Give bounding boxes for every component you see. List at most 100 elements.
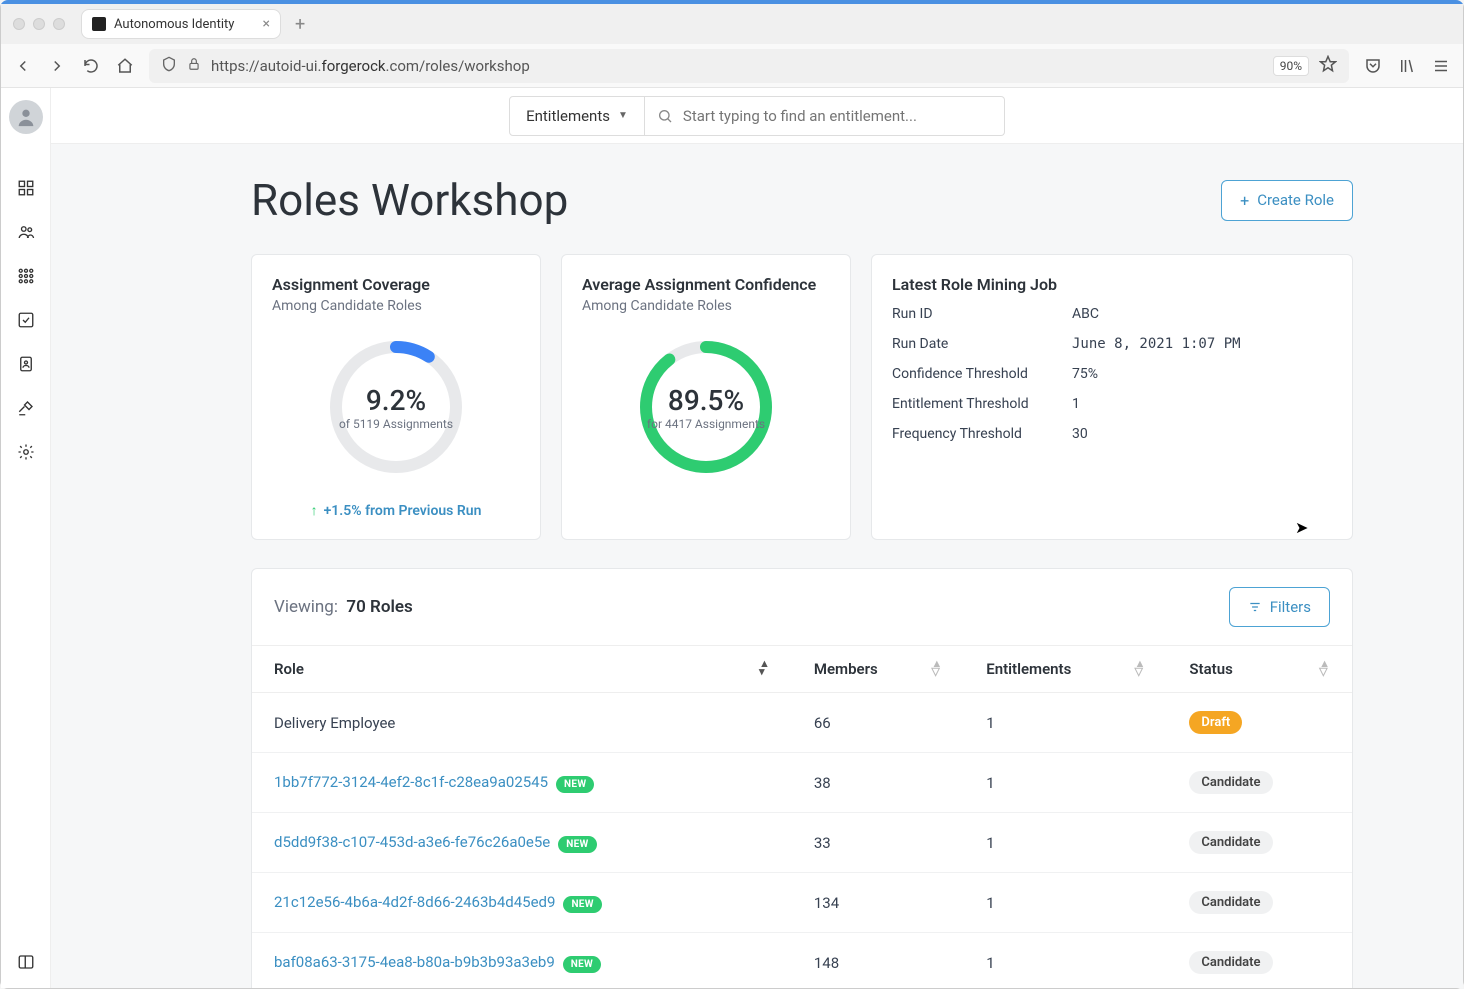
status-cell: Candidate: [1167, 813, 1352, 873]
column-header[interactable]: Members▲▽: [792, 646, 964, 693]
job-row: Frequency Threshold30: [892, 426, 1332, 442]
mouse-cursor: ➤: [1295, 518, 1308, 537]
coverage-gauge: 9.2% of 5119 Assignments: [321, 332, 471, 482]
browser-tab[interactable]: Autonomous Identity ×: [81, 9, 281, 39]
shield-icon: [161, 56, 177, 76]
browser-tab-bar: Autonomous Identity × +: [1, 4, 1463, 44]
role-cell: 1bb7f772-3124-4ef2-8c1f-c28ea9a02545NEW: [252, 753, 792, 813]
page-title: Roles Workshop: [251, 174, 568, 226]
checkbox-icon[interactable]: [16, 310, 36, 330]
status-cell: Candidate: [1167, 753, 1352, 813]
members-cell: 33: [792, 813, 964, 873]
dashboard-icon[interactable]: [16, 178, 36, 198]
chevron-down-icon: ▼: [618, 110, 628, 121]
job-value: 1: [1072, 396, 1080, 412]
members-cell: 66: [792, 693, 964, 753]
status-cell: Draft: [1167, 693, 1352, 753]
status-badge: Candidate: [1189, 771, 1272, 794]
column-header[interactable]: Entitlements▲▽: [964, 646, 1167, 693]
coverage-title: Assignment Coverage: [272, 275, 430, 294]
create-role-button[interactable]: + Create Role: [1221, 180, 1353, 221]
role-cell: 21c12e56-4b6a-4d2f-8d66-2463b4d45ed9NEW: [252, 873, 792, 933]
coverage-percent: 9.2%: [366, 384, 426, 417]
close-dot[interactable]: [13, 18, 25, 30]
role-link[interactable]: baf08a63-3175-4ea8-b80a-b9b3b93a3eb9: [274, 953, 555, 971]
create-role-label: Create Role: [1257, 191, 1334, 209]
table-row[interactable]: d5dd9f38-c107-453d-a3e6-fe76c26a0e5eNEW3…: [252, 813, 1352, 873]
job-row: Entitlement Threshold1: [892, 396, 1332, 412]
status-badge: Candidate: [1189, 891, 1272, 914]
pocket-icon[interactable]: [1363, 56, 1383, 76]
bookmark-icon[interactable]: [1319, 55, 1337, 77]
job-label: Run ID: [892, 306, 1072, 322]
confidence-detail: for 4417 Assignments: [647, 417, 765, 431]
table-row[interactable]: 21c12e56-4b6a-4d2f-8d66-2463b4d45ed9NEW 1…: [252, 873, 1352, 933]
members-cell: 38: [792, 753, 964, 813]
confidence-title: Average Assignment Confidence: [582, 275, 816, 294]
sort-icon: ▲▽: [1319, 660, 1330, 676]
reload-icon[interactable]: [81, 56, 101, 76]
mining-job-card: Latest Role Mining Job Run IDABCRun Date…: [871, 254, 1353, 540]
minimize-dot[interactable]: [33, 18, 45, 30]
table-row[interactable]: baf08a63-3175-4ea8-b80a-b9b3b93a3eb9NEW1…: [252, 933, 1352, 989]
url-box[interactable]: https://autoid-ui.forgerock.com/roles/wo…: [149, 49, 1349, 83]
status-badge: Draft: [1189, 711, 1242, 734]
job-value: 75%: [1072, 366, 1098, 382]
entitlements-cell: 1: [964, 873, 1167, 933]
members-cell: 148: [792, 933, 964, 989]
table-row[interactable]: Delivery Employee661Draft: [252, 693, 1352, 753]
job-label: Confidence Threshold: [892, 366, 1072, 382]
apps-icon[interactable]: [16, 266, 36, 286]
sidebar: [1, 88, 51, 988]
role-link[interactable]: 21c12e56-4b6a-4d2f-8d66-2463b4d45ed9: [274, 893, 555, 911]
role-link[interactable]: 1bb7f772-3124-4ef2-8c1f-c28ea9a02545: [274, 773, 548, 791]
library-icon[interactable]: [1397, 56, 1417, 76]
menu-icon[interactable]: [1431, 56, 1451, 76]
forward-icon[interactable]: [47, 56, 67, 76]
users-icon[interactable]: [16, 222, 36, 242]
gavel-icon[interactable]: [16, 398, 36, 418]
job-row: Run DateJune 8, 2021 1:07 PM: [892, 336, 1332, 352]
filters-label: Filters: [1270, 598, 1311, 616]
back-icon[interactable]: [13, 56, 33, 76]
role-name: Delivery Employee: [274, 714, 395, 732]
entitlements-dropdown[interactable]: Entitlements ▼: [509, 96, 645, 136]
sort-icon: ▲▽: [931, 660, 942, 676]
search-box[interactable]: [645, 96, 1005, 136]
confidence-subtitle: Among Candidate Roles: [582, 298, 816, 314]
role-link[interactable]: d5dd9f38-c107-453d-a3e6-fe76c26a0e5e: [274, 833, 550, 851]
status-badge: Candidate: [1189, 951, 1272, 974]
status-badge: Candidate: [1189, 831, 1272, 854]
column-header[interactable]: Status▲▽: [1167, 646, 1352, 693]
plus-icon: +: [1240, 191, 1249, 210]
column-header[interactable]: Role▲▾: [252, 646, 792, 693]
status-cell: Candidate: [1167, 873, 1352, 933]
panel-icon[interactable]: [16, 952, 36, 972]
job-row: Confidence Threshold75%: [892, 366, 1332, 382]
zoom-level[interactable]: 90%: [1273, 56, 1309, 76]
new-tab-icon[interactable]: +: [289, 14, 311, 35]
maximize-dot[interactable]: [53, 18, 65, 30]
role-cell: d5dd9f38-c107-453d-a3e6-fe76c26a0e5eNEW: [252, 813, 792, 873]
search-input[interactable]: [683, 107, 992, 125]
address-bar: https://autoid-ui.forgerock.com/roles/wo…: [1, 44, 1463, 88]
filters-button[interactable]: Filters: [1229, 587, 1330, 627]
roles-table: Role▲▾Members▲▽Entitlements▲▽Status▲▽ De…: [252, 645, 1352, 988]
table-row[interactable]: 1bb7f772-3124-4ef2-8c1f-c28ea9a02545NEW3…: [252, 753, 1352, 813]
entitlements-cell: 1: [964, 813, 1167, 873]
home-icon[interactable]: [115, 56, 135, 76]
role-cell: Delivery Employee: [252, 693, 792, 753]
job-title: Latest Role Mining Job: [892, 275, 1332, 294]
filter-icon: [1248, 600, 1262, 614]
trend-text: +1.5% from Previous Run: [324, 503, 482, 519]
close-tab-icon[interactable]: ×: [263, 16, 270, 32]
confidence-card: Average Assignment Confidence Among Cand…: [561, 254, 851, 540]
avatar[interactable]: [9, 100, 43, 134]
window-controls: [13, 18, 65, 30]
badge-icon[interactable]: [16, 354, 36, 374]
status-cell: Candidate: [1167, 933, 1352, 989]
viewing-label: Viewing: 70 Roles: [274, 597, 413, 617]
lock-icon: [187, 57, 201, 75]
entitlements-cell: 1: [964, 753, 1167, 813]
gear-icon[interactable]: [16, 442, 36, 462]
